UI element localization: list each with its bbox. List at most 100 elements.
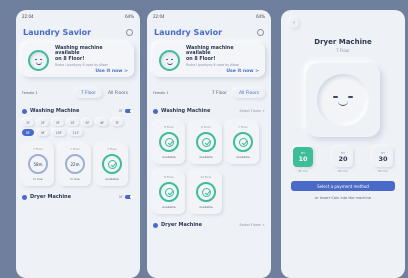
tab-floor-7[interactable]: 7 Floor (206, 89, 233, 98)
gear-icon[interactable] (126, 29, 133, 36)
availability-banner[interactable]: Washing machine available on 8 Floor! Ru… (153, 43, 265, 77)
status-time: 22:04 (153, 13, 165, 19)
washer-card[interactable]: 7 Floor 58m In Use (22, 144, 54, 186)
price-durations: 45 min 60 min 90 min (293, 169, 393, 173)
timer-value: 58m (33, 161, 43, 167)
washer-card[interactable]: 8 Floor Available (190, 122, 222, 164)
screen-all-floors: 22:04 64% Laundry Savior Washing machine … (147, 10, 271, 278)
machine-illustration (306, 63, 380, 137)
chip-4f[interactable]: 4F (66, 119, 79, 126)
banner-line2: on 8 Floor! (55, 56, 85, 62)
select-payment-button[interactable]: Select a payment method (291, 181, 395, 191)
check-icon (238, 137, 248, 147)
app-title: Laundry Savior (23, 28, 92, 37)
price-option[interactable]: MY 30 (373, 147, 393, 167)
washer-icon (22, 108, 27, 114)
check-icon (201, 187, 211, 197)
washer-status: In Use (33, 177, 43, 181)
available-ring (233, 132, 253, 152)
washer-floor: 7 Floor (70, 147, 80, 151)
gear-icon[interactable] (257, 29, 264, 36)
available-ring (102, 154, 122, 174)
floor-chips: 1F 2F 3F 4F 5F 6F 7F 8F 9F 10F 11F (22, 119, 134, 136)
washer-floor: 7 Floor (238, 125, 248, 129)
washer-card[interactable]: 8 Floor Available (153, 122, 185, 164)
status-battery: 64% (256, 13, 265, 19)
price-value: 20 (338, 154, 348, 163)
use-it-now-link[interactable]: Use it now > (186, 69, 259, 74)
washer-card[interactable]: 12 Floor Available (190, 172, 222, 214)
use-it-now-link[interactable]: Use it now > (55, 69, 128, 74)
app-header: Laundry Savior (147, 22, 271, 37)
status-bar: 22:04 64% (147, 10, 271, 22)
dryer-icon (153, 222, 158, 228)
price-options: MY 10 MY 20 MY 30 (293, 147, 393, 167)
back-arrow-icon[interactable]: ‹ (289, 18, 299, 28)
tab-all-floors[interactable]: All Floors (102, 89, 134, 98)
check-icon (164, 137, 174, 147)
floor-selector: Female 1 7 Floor All Floors (22, 86, 134, 100)
available-ring (196, 132, 216, 152)
chip-11f[interactable]: 11F (68, 129, 83, 136)
chip-7f[interactable]: 7F (111, 119, 124, 126)
washer-status: Available (162, 205, 176, 209)
dryer-toggle[interactable] (125, 195, 134, 199)
washing-title: Washing Machine (161, 108, 211, 114)
price-option[interactable]: MY 20 (333, 147, 353, 167)
detail-floor: 7 Floor (336, 48, 350, 53)
availability-banner[interactable]: Washing machine available on 8 Floor! Ru… (22, 43, 134, 77)
price-value: 10 (298, 154, 308, 163)
washer-card[interactable]: 8 Floor Available (153, 172, 185, 214)
tab-all-floors[interactable]: All Floors (232, 88, 265, 98)
washer-floor: 8 Floor (164, 175, 174, 179)
price-value: 30 (378, 154, 388, 163)
select-floors-link[interactable]: Select Floors + (239, 109, 265, 113)
check-icon (164, 187, 174, 197)
insert-coin-hint: or Insert Coin into the machine (315, 196, 371, 200)
price-option[interactable]: MY 10 (293, 147, 313, 167)
washing-title: Washing Machine (30, 108, 80, 114)
floor-selector: Female 1 7 Floor All Floors (153, 86, 265, 100)
chip-9f[interactable]: 9F (36, 129, 49, 136)
washing-toggle[interactable] (125, 109, 134, 113)
banner-sub: Rudra Upadhyay 8 used by Alban (55, 63, 109, 68)
status-battery: 64% (125, 13, 134, 19)
chip-10f[interactable]: 10F (51, 129, 66, 136)
washer-floor: 12 Floor (200, 175, 212, 179)
washer-status: Available (199, 205, 213, 209)
washer-status: Available (162, 155, 176, 159)
washing-floor-filter: 8F (118, 109, 123, 113)
dryer-section-header: Dryer Machine Select Floors + (153, 222, 265, 228)
washer-list: 8 Floor Available 8 Floor Available 7 Fl… (153, 122, 265, 164)
available-ring (159, 132, 179, 152)
washer-card[interactable]: 7 Floor Available (96, 144, 128, 186)
washer-list: 8 Floor Available 12 Floor Available (153, 172, 265, 214)
banner-line1: Washing machine available (55, 45, 103, 57)
chip-5f[interactable]: 5F (81, 119, 94, 126)
tab-floor-7[interactable]: 7 Floor (74, 88, 102, 98)
smile-icon (317, 74, 369, 126)
dryer-icon (22, 194, 27, 200)
app-header: Laundry Savior (16, 22, 140, 37)
check-icon (201, 137, 211, 147)
chip-3f[interactable]: 3F (51, 119, 64, 126)
timer-ring: 22m (65, 154, 85, 174)
washer-status: Available (199, 155, 213, 159)
washing-section-header: Washing Machine 8F (22, 108, 134, 114)
chip-6f[interactable]: 6F (96, 119, 109, 126)
chip-8f[interactable]: 8F (22, 129, 34, 136)
banner-line2: on 8 Floor! (186, 56, 216, 62)
banner-sub: Rudra Upadhyay 8 used by Alban (186, 63, 240, 68)
chip-1f[interactable]: 1F (22, 119, 34, 126)
floor-label: Female 1 (153, 91, 169, 95)
select-floors-link[interactable]: Select Floors + (239, 223, 265, 227)
smile-icon (159, 49, 180, 71)
washer-floor: 7 Floor (107, 147, 117, 151)
washer-card[interactable]: 7 Floor 22m In Use (59, 144, 91, 186)
chip-2f[interactable]: 2F (36, 119, 49, 126)
smile-icon (28, 49, 49, 71)
washer-card[interactable]: 7 Floor Available (227, 122, 259, 164)
price-duration: 90 min (378, 169, 388, 173)
banner-line1: Washing machine available (186, 45, 234, 57)
washer-status: Available (105, 177, 119, 181)
